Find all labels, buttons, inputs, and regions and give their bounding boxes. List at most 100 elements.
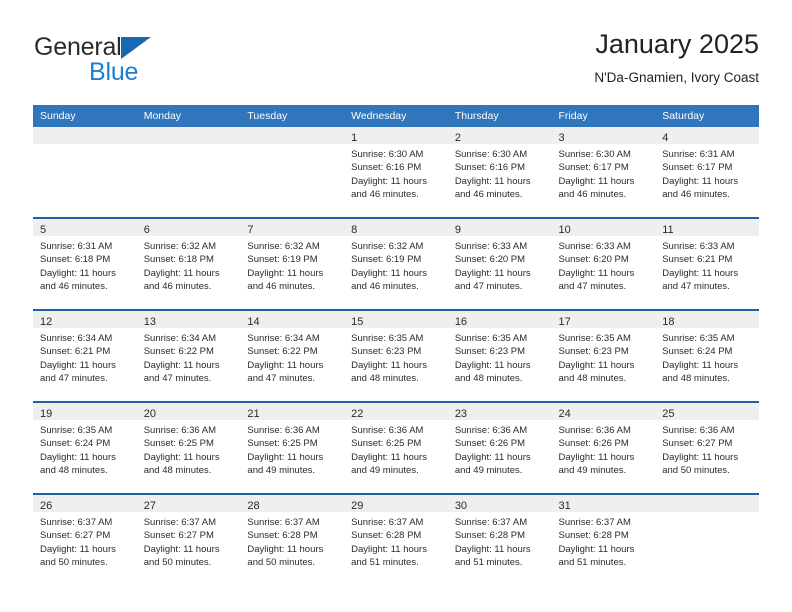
- sunset-text: Sunset: 6:27 PM: [662, 438, 733, 450]
- day-info: Sunrise: 6:34 AM Sunset: 6:22 PM Daylight:…: [137, 328, 241, 386]
- day-cell-content: 8 Sunrise: 6:32 AM Sunset: 6:19 PM Daylight…: [344, 219, 448, 309]
- daylight-text-line1: Daylight: 11 hours: [558, 267, 635, 279]
- calendar-day-cell[interactable]: 28 Sunrise: 6:37 AM Sunset: 6:28 PM Dayligh…: [240, 493, 345, 585]
- day-number-band: 22: [344, 403, 448, 420]
- day-info: Sunrise: 6:36 AM Sunset: 6:26 PM Daylight:…: [552, 420, 656, 478]
- day-number-band: 10: [551, 219, 656, 236]
- calendar-day-cell[interactable]: 31 Sunrise: 6:37 AM Sunset: 6:28 PM Dayligh…: [551, 493, 656, 585]
- day-info: Sunrise: 6:35 AM Sunset: 6:23 PM Daylight:…: [552, 328, 656, 386]
- sunset-text: Sunset: 6:24 PM: [662, 346, 733, 358]
- calendar-day-cell[interactable]: 6 Sunrise: 6:32 AM Sunset: 6:18 PM Daylight…: [136, 217, 241, 310]
- sunset-text: Sunset: 6:23 PM: [454, 346, 526, 358]
- sunrise-text: Sunrise: 6:30 AM: [558, 149, 631, 160]
- calendar-day-cell[interactable]: 13 Sunrise: 6:34 AM Sunset: 6:22 PM Dayligh…: [136, 309, 241, 402]
- calendar-day-cell[interactable]: 24 Sunrise: 6:36 AM Sunset: 6:26 PM Dayligh…: [551, 401, 656, 494]
- calendar-week-row: 26 Sunrise: 6:37 AM Sunset: 6:27 PM Dayligh…: [33, 493, 759, 585]
- day-cell-content: [136, 127, 241, 217]
- daylight-text-line2: and 46 minutes.: [40, 281, 108, 293]
- calendar-day-cell[interactable]: 22 Sunrise: 6:36 AM Sunset: 6:25 PM Dayligh…: [344, 401, 448, 494]
- calendar-day-cell[interactable]: 11 Sunrise: 6:33 AM Sunset: 6:21 PM Dayligh…: [655, 217, 759, 310]
- sunrise-text: Sunrise: 6:37 AM: [40, 517, 113, 528]
- calendar-day-cell[interactable]: 20 Sunrise: 6:36 AM Sunset: 6:25 PM Dayligh…: [136, 401, 241, 494]
- calendar-day-cell[interactable]: 14 Sunrise: 6:34 AM Sunset: 6:22 PM Dayligh…: [240, 309, 345, 402]
- weekday-header-thursday: Thursday: [447, 105, 552, 127]
- day-cell-content: 7 Sunrise: 6:32 AM Sunset: 6:19 PM Daylight…: [240, 219, 345, 309]
- day-number: 8: [351, 224, 358, 236]
- calendar-day-cell[interactable]: 1 Sunrise: 6:30 AM Sunset: 6:16 PM Daylight…: [344, 127, 448, 218]
- sunset-text: Sunset: 6:25 PM: [143, 438, 214, 450]
- calendar-day-cell[interactable]: 18 Sunrise: 6:35 AM Sunset: 6:24 PM Dayligh…: [655, 309, 759, 402]
- day-info: Sunrise: 6:34 AM Sunset: 6:21 PM Daylight:…: [33, 328, 137, 386]
- day-number-band: 16: [447, 311, 552, 328]
- daylight-text-line2: and 46 minutes.: [247, 281, 316, 293]
- day-number: 26: [40, 500, 53, 512]
- calendar-day-cell[interactable]: 23 Sunrise: 6:36 AM Sunset: 6:26 PM Dayligh…: [447, 401, 552, 494]
- daylight-text-line2: and 47 minutes.: [143, 373, 212, 385]
- day-cell-content: 18 Sunrise: 6:35 AM Sunset: 6:24 PM Dayligh…: [655, 311, 759, 401]
- day-number-band: 6: [136, 219, 241, 236]
- calendar-day-cell[interactable]: 17 Sunrise: 6:35 AM Sunset: 6:23 PM Dayligh…: [551, 309, 656, 402]
- day-number-band: 23: [447, 403, 552, 420]
- calendar-day-cell[interactable]: 2 Sunrise: 6:30 AM Sunset: 6:16 PM Daylight…: [447, 127, 552, 218]
- sunset-text: Sunset: 6:25 PM: [351, 438, 422, 450]
- day-info: [655, 512, 759, 516]
- sunset-text: Sunset: 6:16 PM: [351, 162, 422, 174]
- day-info: Sunrise: 6:31 AM Sunset: 6:17 PM Daylight:…: [655, 144, 759, 202]
- sunset-text: Sunset: 6:21 PM: [662, 254, 733, 266]
- daylight-text-line2: and 51 minutes.: [454, 557, 523, 569]
- calendar-day-cell[interactable]: 5 Sunrise: 6:31 AM Sunset: 6:18 PM Daylight…: [33, 217, 137, 310]
- logo-text-blue: Blue: [89, 58, 139, 86]
- calendar-header-row: Sunday Monday Tuesday Wednesday Thursday…: [33, 105, 759, 127]
- day-number: 25: [662, 408, 675, 420]
- calendar-day-cell[interactable]: 10 Sunrise: 6:33 AM Sunset: 6:20 PM Dayligh…: [551, 217, 656, 310]
- sunrise-text: Sunrise: 6:37 AM: [143, 517, 217, 528]
- daylight-text-line2: and 49 minutes.: [351, 465, 419, 477]
- calendar-day-cell[interactable]: 16 Sunrise: 6:35 AM Sunset: 6:23 PM Dayligh…: [447, 309, 552, 402]
- calendar-day-cell[interactable]: 27 Sunrise: 6:37 AM Sunset: 6:27 PM Dayligh…: [136, 493, 241, 585]
- sunset-text: Sunset: 6:22 PM: [143, 346, 214, 358]
- calendar-day-cell[interactable]: 21 Sunrise: 6:36 AM Sunset: 6:25 PM Dayligh…: [240, 401, 345, 494]
- day-info: Sunrise: 6:32 AM Sunset: 6:18 PM Daylight:…: [137, 236, 241, 294]
- day-cell-content: 3 Sunrise: 6:30 AM Sunset: 6:17 PM Daylight…: [551, 127, 656, 217]
- day-cell-content: 15 Sunrise: 6:35 AM Sunset: 6:23 PM Dayligh…: [344, 311, 448, 401]
- daylight-text-line2: and 50 minutes.: [247, 557, 316, 569]
- calendar-day-cell[interactable]: 4 Sunrise: 6:31 AM Sunset: 6:17 PM Daylight…: [655, 127, 759, 218]
- calendar-day-cell[interactable]: 25 Sunrise: 6:36 AM Sunset: 6:27 PM Dayligh…: [655, 401, 759, 494]
- day-info: Sunrise: 6:30 AM Sunset: 6:17 PM Daylight:…: [552, 144, 656, 202]
- daylight-text-line2: and 48 minutes.: [662, 373, 730, 385]
- calendar-day-cell[interactable]: 30 Sunrise: 6:37 AM Sunset: 6:28 PM Dayligh…: [447, 493, 552, 585]
- daylight-text-line1: Daylight: 11 hours: [143, 451, 220, 463]
- calendar-day-cell[interactable]: 19 Sunrise: 6:35 AM Sunset: 6:24 PM Dayligh…: [33, 401, 137, 494]
- day-number: 28: [247, 500, 260, 512]
- calendar-day-cell[interactable]: 26 Sunrise: 6:37 AM Sunset: 6:27 PM Dayligh…: [33, 493, 137, 585]
- sunrise-text: Sunrise: 6:37 AM: [247, 517, 320, 528]
- day-info: Sunrise: 6:30 AM Sunset: 6:16 PM Daylight:…: [448, 144, 552, 202]
- day-cell-content: 9 Sunrise: 6:33 AM Sunset: 6:20 PM Daylight…: [447, 219, 552, 309]
- day-info: Sunrise: 6:36 AM Sunset: 6:25 PM Daylight:…: [240, 420, 344, 478]
- daylight-text-line2: and 48 minutes.: [351, 373, 419, 385]
- daylight-text-line1: Daylight: 11 hours: [247, 543, 324, 555]
- sunset-text: Sunset: 6:21 PM: [40, 346, 111, 358]
- calendar-day-cell[interactable]: 8 Sunrise: 6:32 AM Sunset: 6:19 PM Daylight…: [344, 217, 448, 310]
- calendar-day-cell[interactable]: 15 Sunrise: 6:35 AM Sunset: 6:23 PM Dayligh…: [344, 309, 448, 402]
- calendar-body: 1 Sunrise: 6:30 AM Sunset: 6:16 PM Daylight…: [33, 127, 759, 585]
- daylight-text-line2: and 46 minutes.: [351, 281, 419, 293]
- sunrise-text: Sunrise: 6:33 AM: [454, 241, 528, 252]
- day-number: 1: [351, 132, 358, 144]
- day-number-band: 12: [33, 311, 137, 328]
- daylight-text-line2: and 50 minutes.: [143, 557, 212, 569]
- daylight-text-line1: Daylight: 11 hours: [351, 543, 427, 555]
- calendar-day-cell[interactable]: 3 Sunrise: 6:30 AM Sunset: 6:17 PM Daylight…: [551, 127, 656, 218]
- sunrise-text: Sunrise: 6:30 AM: [351, 149, 424, 160]
- day-cell-content: 28 Sunrise: 6:37 AM Sunset: 6:28 PM Dayligh…: [240, 495, 345, 585]
- calendar-day-cell[interactable]: 9 Sunrise: 6:33 AM Sunset: 6:20 PM Daylight…: [447, 217, 552, 310]
- calendar-day-cell[interactable]: 29 Sunrise: 6:37 AM Sunset: 6:28 PM Dayligh…: [344, 493, 448, 585]
- day-info: Sunrise: 6:37 AM Sunset: 6:27 PM Daylight:…: [33, 512, 137, 570]
- day-info: Sunrise: 6:36 AM Sunset: 6:25 PM Daylight:…: [137, 420, 241, 478]
- day-number-band: 19: [33, 403, 137, 420]
- calendar-day-cell[interactable]: 7 Sunrise: 6:32 AM Sunset: 6:19 PM Daylight…: [240, 217, 345, 310]
- day-info: Sunrise: 6:37 AM Sunset: 6:28 PM Daylight:…: [448, 512, 552, 570]
- sunset-text: Sunset: 6:28 PM: [454, 530, 526, 542]
- generalblue-logo[interactable]: General Blue: [33, 32, 233, 90]
- calendar-day-cell[interactable]: 12 Sunrise: 6:34 AM Sunset: 6:21 PM Dayligh…: [33, 309, 137, 402]
